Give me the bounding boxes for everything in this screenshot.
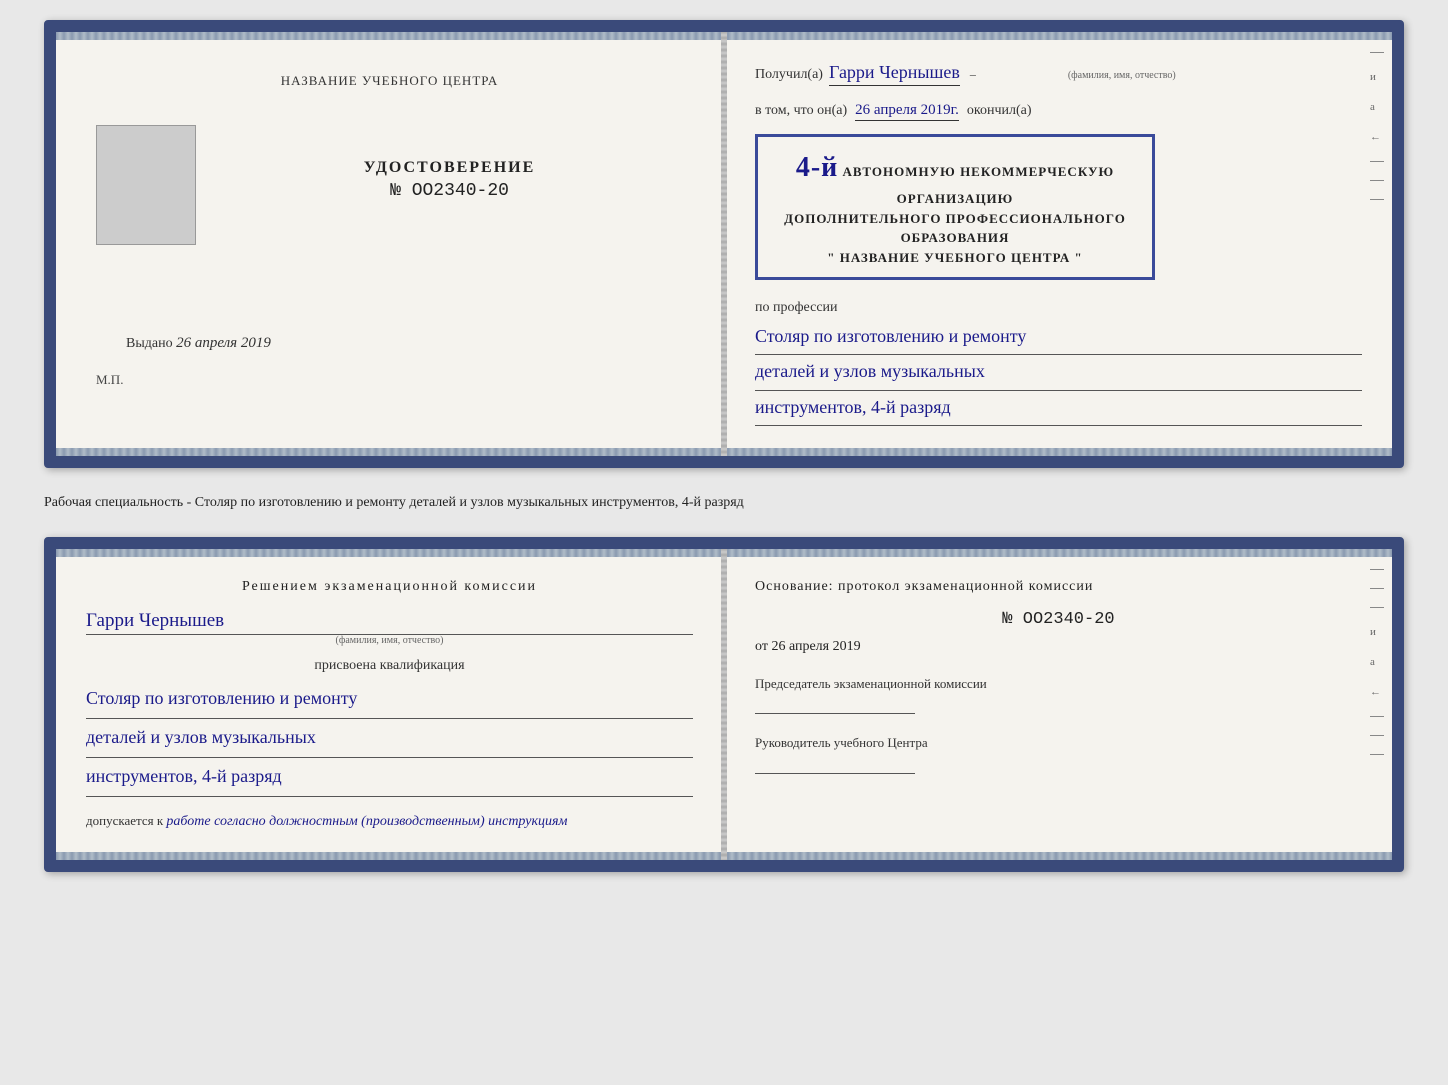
vydano-label: Выдано (126, 336, 173, 351)
top-document-spread: НАЗВАНИЕ УЧЕБНОГО ЦЕНТРА УДОСТОВЕРЕНИЕ №… (44, 20, 1404, 468)
between-docs-text: Рабочая специальность - Столяр по изгото… (44, 488, 1404, 517)
profession-line3: инструментов, 4-й разряд (755, 391, 1362, 426)
photo-placeholder (96, 125, 196, 245)
po-professii-label: по профессии (755, 300, 1362, 316)
stamp-grade: 4-й (796, 152, 838, 183)
osnование-block: Основание: протокол экзаменационной коми… (755, 579, 1362, 595)
fio-subtext-top: (фамилия, имя, отчество) (1068, 70, 1176, 81)
rukovoditel-block: Руководитель учебного Центра (755, 734, 1362, 773)
bottom-left-page: Решением экзаменационной комиссии Гарри … (56, 549, 725, 860)
bottom-document-spread: Решением экзаменационной комиссии Гарри … (44, 537, 1404, 872)
profession-text-top: Столяр по изготовлению и ремонту деталей… (755, 320, 1362, 426)
protocol-number: № OO2340-20 (755, 610, 1362, 629)
training-center-title: НАЗВАНИЕ УЧЕБНОГО ЦЕНТРА (281, 72, 498, 90)
udostoverenie-block: УДОСТОВЕРЕНИЕ № OO2340-20 (364, 159, 536, 201)
recipient-name-top: Гарри Чернышев (829, 62, 960, 86)
qual-line3: инструментов, 4-й разряд (86, 758, 693, 797)
profession-line2: деталей и узлов музыкальных (755, 355, 1362, 390)
top-right-page: Получил(а) Гарри Чернышев – (фамилия, им… (725, 32, 1392, 456)
mp-label: М.П. (96, 372, 123, 388)
poluchil-line: Получил(а) Гарри Чернышев – (фамилия, им… (755, 62, 1362, 86)
bottom-right-page: Основание: протокол экзаменационной коми… (725, 549, 1392, 860)
decision-title: Решением экзаменационной комиссии (86, 579, 693, 595)
chairman-block: Председатель экзаменационной комиссии (755, 675, 1362, 714)
chairman-signature-line (755, 713, 915, 714)
dopuskaetsya-value: работе согласно должностным (производств… (166, 814, 567, 829)
specialty-description: Рабочая специальность - Столяр по изгото… (44, 495, 744, 510)
stamp-line2: ДОПОЛНИТЕЛЬНОГО ПРОФЕССИОНАЛЬНОГО ОБРАЗО… (784, 211, 1126, 246)
rukovoditel-signature-line (755, 773, 915, 774)
vtom-label: в том, что он(а) (755, 103, 847, 119)
poluchil-label: Получил(а) (755, 67, 823, 83)
vydano-block: Выдано 26 апреля 2019 (126, 335, 693, 352)
side-decoration: и а ← (1370, 52, 1384, 200)
vtom-date: 26 апреля 2019г. (855, 102, 959, 121)
chairman-title: Председатель экзаменационной комиссии (755, 675, 1362, 693)
qualification-text: Столяр по изготовлению и ремонту деталей… (86, 680, 693, 797)
stamp-line1: АВТОНОМНУЮ НЕКОММЕРЧЕСКУЮ ОРГАНИЗАЦИЮ (843, 164, 1115, 206)
bottom-side-decoration: и а ← (1370, 569, 1384, 755)
qual-line2: деталей и узлов музыкальных (86, 719, 693, 758)
vtom-line: в том, что он(а) 26 апреля 2019г. окончи… (755, 102, 1362, 121)
bottom-name-block: Гарри Чернышев (фамилия, имя, отчество) (86, 610, 693, 646)
prisvoena-label: присвоена квалификация (86, 658, 693, 674)
vydano-date: 26 апреля 2019 (176, 335, 271, 351)
stamp-line3: " НАЗВАНИЕ УЧЕБНОГО ЦЕНТРА " (827, 250, 1082, 265)
profession-line1: Столяр по изготовлению и ремонту (755, 320, 1362, 355)
dopuskaetsya-label: допускается к работе согласно должностны… (86, 813, 567, 828)
bottom-fio-subtext: (фамилия, имя, отчество) (86, 635, 693, 646)
udostoverenie-number: № OO2340-20 (364, 181, 536, 201)
top-left-page: НАЗВАНИЕ УЧЕБНОГО ЦЕНТРА УДОСТОВЕРЕНИЕ №… (56, 32, 725, 456)
rukovoditel-title: Руководитель учебного Центра (755, 734, 1362, 752)
bottom-recipient-name: Гарри Чернышев (86, 610, 693, 635)
udostoverenie-title: УДОСТОВЕРЕНИЕ (364, 159, 536, 177)
okonchil-label: окончил(а) (967, 103, 1032, 119)
stamp-block: 4-й АВТОНОМНУЮ НЕКОММЕРЧЕСКУЮ ОРГАНИЗАЦИ… (755, 134, 1155, 280)
protocol-date: от 26 апреля 2019 (755, 639, 1362, 655)
qual-line1: Столяр по изготовлению и ремонту (86, 680, 693, 719)
